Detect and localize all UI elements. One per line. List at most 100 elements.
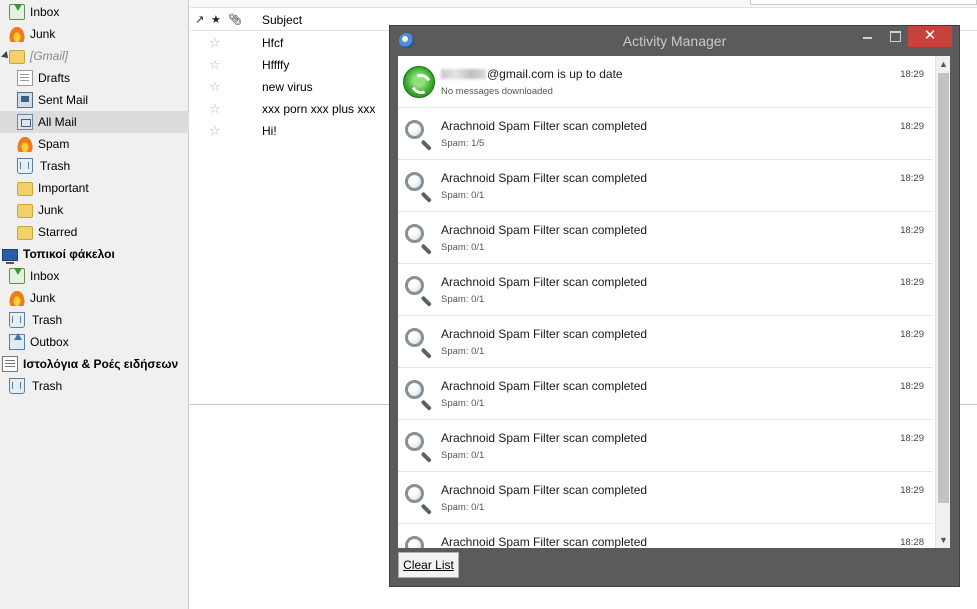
star-icon[interactable]: ☆ [209,123,221,139]
folder-label: Trash [32,379,63,393]
activity-list[interactable]: @gmail.com is up to date No messages dow… [398,56,950,548]
folder-item-local-junk[interactable]: Junk [0,287,189,309]
folder-item-important[interactable]: Important [0,177,189,199]
activity-time: 18:29 [900,381,924,392]
activity-item[interactable]: Arachnoid Spam Filter scan completed Spa… [398,316,933,368]
activity-time: 18:29 [900,485,924,496]
folder-item-gmail-junk[interactable]: Junk [0,199,189,221]
message-row[interactable]: ☆ Hfcf [190,32,390,54]
activity-detail: Spam: 0/1 [441,190,485,201]
folder-label: Important [38,181,89,195]
folder-item-junk[interactable]: Junk [0,23,189,45]
inbox-icon [9,268,25,284]
news-icon [2,356,18,372]
folder-label: Junk [38,203,64,217]
activity-title: Arachnoid Spam Filter scan completed [441,223,648,237]
activity-time: 18:29 [900,173,924,184]
maximize-button[interactable] [881,26,909,47]
folder-icon [17,226,33,240]
activity-item[interactable]: Arachnoid Spam Filter scan completed Spa… [398,212,933,264]
sent-icon [17,92,33,108]
toolbar-strip [190,0,977,8]
activity-item[interactable]: Arachnoid Spam Filter scan completed Spa… [398,420,933,472]
folder-label: Starred [38,225,78,239]
star-icon[interactable]: ☆ [209,79,221,95]
activity-time: 18:29 [900,225,924,236]
folder-label: Outbox [30,335,69,349]
star-icon[interactable]: ☆ [209,35,221,51]
folder-label: [Gmail] [30,49,69,63]
message-row[interactable]: ☆ new virus [190,76,390,98]
folder-item-inbox[interactable]: Inbox [0,1,189,23]
magnifier-icon [403,170,435,203]
clear-list-button[interactable]: Clear List [398,552,459,578]
window-titlebar[interactable]: Activity Manager ✕ [390,26,959,55]
activity-item[interactable]: Arachnoid Spam Filter scan completed Spa… [398,108,933,160]
magnifier-icon [403,482,435,515]
folder-item-outbox[interactable]: Outbox [0,331,189,353]
computer-icon [2,249,18,264]
scroll-up-icon[interactable]: ▲ [936,56,950,72]
folder-label: Junk [30,27,56,41]
drafts-icon [17,70,33,86]
activity-detail: Spam: 0/1 [441,346,485,357]
redacted-account-name [441,69,486,79]
star-column-icon[interactable]: ★ [211,13,221,26]
magnifier-icon [403,274,435,307]
scroll-down-icon[interactable]: ▼ [936,532,950,548]
vertical-scrollbar[interactable]: ▲ ▼ [935,56,950,548]
sync-icon [403,66,435,98]
flame-icon [17,136,33,152]
activity-manager-window: Activity Manager ✕ @gmail.com is up to d… [389,25,960,587]
folder-item-all-mail[interactable]: All Mail [0,111,189,133]
quick-filter-box[interactable] [750,0,977,5]
activity-item[interactable]: @gmail.com is up to date No messages dow… [398,56,933,108]
close-button[interactable]: ✕ [908,26,952,47]
activity-detail: Spam: 0/1 [441,450,485,461]
activity-time: 18:28 [900,537,924,548]
folder-item-local-inbox[interactable]: Inbox [0,265,189,287]
magnifier-icon [403,378,435,411]
magnifier-icon [403,534,435,548]
folder-item-local-trash[interactable]: Trash [0,309,189,331]
magnifier-icon [403,326,435,359]
activity-title-text: @gmail.com is up to date [487,67,623,81]
attachment-column-icon[interactable]: 📎︎ [228,13,242,26]
folder-item-local-folders[interactable]: Τοπικοί φάκελοι [0,243,189,265]
folder-pane: Inbox Junk [Gmail] Drafts Sent Mail All … [0,0,189,609]
message-row[interactable]: ☆ xxx porn xxx plus xxx [190,98,390,120]
scrollbar-thumb[interactable] [938,73,949,503]
folder-label: Sent Mail [38,93,89,107]
message-row[interactable]: ☆ Hi! [190,120,390,142]
folder-item-drafts[interactable]: Drafts [0,67,189,89]
folder-item-trash[interactable]: Trash [0,155,189,177]
activity-time: 18:29 [900,121,924,132]
folder-item-feeds-trash[interactable]: Trash [0,375,189,397]
message-row[interactable]: ☆ Hffffy [190,54,390,76]
folder-item-feeds[interactable]: Ιστολόγια & Ροές ειδήσεων [0,353,189,375]
activity-item[interactable]: Arachnoid Spam Filter scan completed Spa… [398,264,933,316]
message-subject: new virus [262,80,313,94]
trash-icon [9,312,25,328]
thread-column-icon[interactable]: ↗ [195,13,204,26]
star-icon[interactable]: ☆ [209,57,221,73]
activity-item[interactable]: Arachnoid Spam Filter scan completed 18:… [398,524,933,548]
flame-icon [9,290,25,306]
activity-time: 18:29 [900,69,924,80]
minimize-button[interactable] [852,26,882,47]
folder-label: Inbox [30,5,60,19]
activity-item[interactable]: Arachnoid Spam Filter scan completed Spa… [398,160,933,212]
trash-icon [9,378,25,394]
activity-item[interactable]: Arachnoid Spam Filter scan completed Spa… [398,472,933,524]
activity-title: Arachnoid Spam Filter scan completed [441,327,648,341]
star-icon[interactable]: ☆ [209,101,221,117]
folder-item-sent-mail[interactable]: Sent Mail [0,89,189,111]
folder-label: All Mail [38,115,77,129]
activity-detail: Spam: 0/1 [441,294,485,305]
folder-item-starred[interactable]: Starred [0,221,189,243]
folder-item-gmail[interactable]: [Gmail] [0,45,189,67]
folder-label: Inbox [30,269,60,283]
activity-item[interactable]: Arachnoid Spam Filter scan completed Spa… [398,368,933,420]
folder-item-spam[interactable]: Spam [0,133,189,155]
subject-column-header[interactable]: Subject [262,13,302,27]
